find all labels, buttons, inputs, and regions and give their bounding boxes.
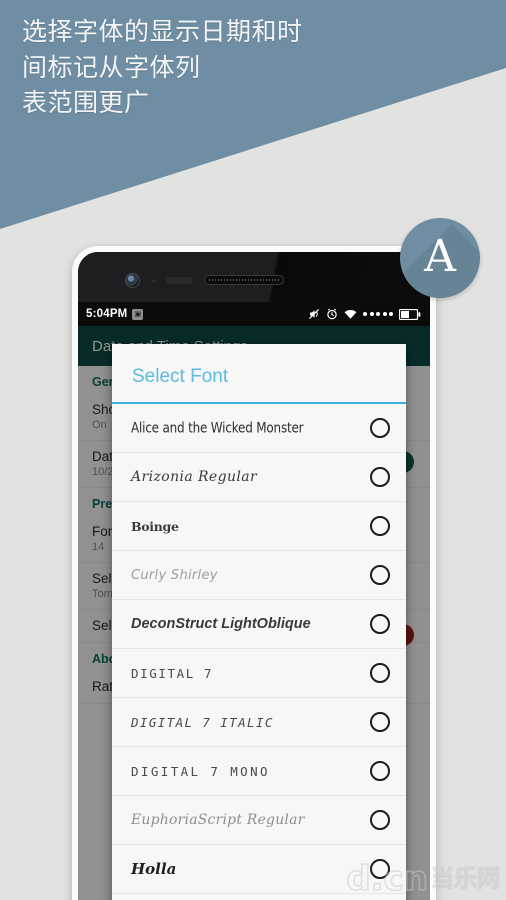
font-list-item[interactable]: DIGITAL 7 MONO (112, 747, 406, 796)
dialog-title: Select Font (132, 366, 229, 387)
font-name: Curly Shirley (131, 567, 218, 583)
status-app-badge-icon: ▣ (132, 308, 144, 320)
radio-button-icon[interactable] (370, 516, 390, 536)
font-list-item[interactable]: Holla (112, 845, 406, 894)
battery-icon (399, 308, 421, 320)
status-bar: 5:04PM ▣ (78, 302, 430, 326)
font-name: Alice and the Wicked Monster (131, 419, 304, 437)
app-badge: A (400, 218, 480, 298)
radio-button-icon[interactable] (370, 418, 390, 438)
font-list-item[interactable]: DeconStruct LightOblique (112, 600, 406, 649)
mute-icon (308, 308, 320, 320)
wifi-icon (344, 309, 357, 320)
font-list-item[interactable]: Boinge (112, 502, 406, 551)
font-name: DIGITAL 7 ITALIC (131, 714, 274, 730)
font-name: Boinge (131, 518, 179, 534)
status-clock: 5:04PM (86, 308, 128, 320)
settings-screen: Date and Time Settings General Show Seco… (78, 326, 430, 900)
light-sensor-icon (166, 277, 193, 284)
watermark-site: 当乐网 (430, 866, 500, 892)
font-list-item[interactable]: Arizonia Regular (112, 453, 406, 502)
font-name: DIGITAL 7 (131, 665, 214, 681)
radio-button-icon[interactable] (370, 859, 390, 879)
radio-button-icon[interactable] (370, 663, 390, 683)
earpiece-speaker-icon (204, 275, 284, 285)
radio-button-icon[interactable] (370, 565, 390, 585)
proximity-sensor-icon (152, 279, 156, 283)
phone-mockup: 5:04PM ▣ Date Show On Date Font 14 Selec… (72, 246, 436, 900)
font-list-item[interactable]: Curly Shirley (112, 551, 406, 600)
font-name: DIGITAL 7 MONO (131, 763, 270, 779)
phone-screen: 5:04PM ▣ Date Show On Date Font 14 Selec… (78, 252, 430, 900)
font-name: Arizonia Regular (131, 469, 258, 485)
app-badge-letter: A (424, 230, 456, 282)
font-list-item[interactable]: DIGITAL 7 (112, 649, 406, 698)
promo-headline: 选择字体的显示日期和时 间标记从字体列 表范围更广 (22, 17, 303, 117)
promo-banner: 选择字体的显示日期和时 间标记从字体列 表范围更广 (0, 0, 506, 240)
alarm-icon (326, 308, 338, 320)
font-name: EuphoriaScript Regular (131, 812, 305, 828)
radio-button-icon[interactable] (370, 712, 390, 732)
font-list[interactable]: Alice and the Wicked Monster Arizonia Re… (112, 404, 406, 894)
status-icons (308, 308, 421, 320)
signal-dots-icon (363, 312, 393, 316)
dialog-header: Select Font (112, 344, 406, 404)
font-list-item[interactable]: DIGITAL 7 ITALIC (112, 698, 406, 747)
font-list-item[interactable]: EuphoriaScript Regular (112, 796, 406, 845)
radio-button-icon[interactable] (370, 810, 390, 830)
radio-button-icon[interactable] (370, 467, 390, 487)
radio-button-icon[interactable] (370, 761, 390, 781)
select-font-dialog: Select Font Alice and the Wicked Monster… (112, 344, 406, 900)
font-list-item[interactable]: Alice and the Wicked Monster (112, 404, 406, 453)
radio-button-icon[interactable] (370, 614, 390, 634)
phone-top-bezel (78, 252, 430, 302)
font-name: DeconStruct LightOblique (131, 616, 311, 632)
font-name: Holla (131, 860, 177, 878)
front-camera-icon (126, 274, 139, 287)
